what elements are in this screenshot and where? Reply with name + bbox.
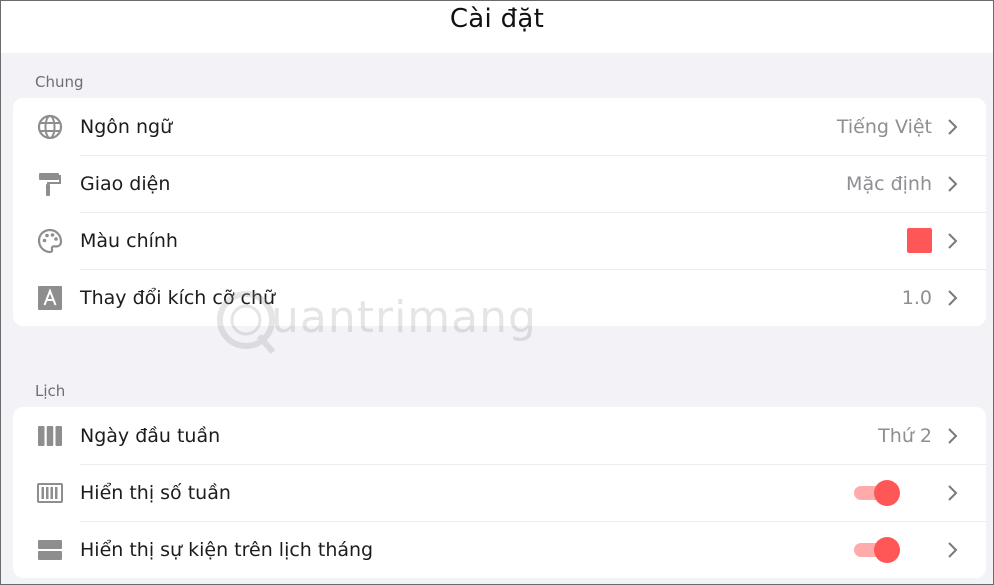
week-number-row[interactable]: Hiển thị số tuần (13, 464, 986, 521)
week-number-icon (37, 480, 63, 506)
language-row[interactable]: Ngôn ngữ Tiếng Việt (13, 98, 986, 155)
week-start-row[interactable]: Ngày đầu tuần Thứ 2 (13, 407, 986, 464)
primary-color-label: Màu chính (80, 229, 178, 252)
theme-value: Mặc định (846, 172, 932, 195)
month-events-label: Hiển thị sự kiện trên lịch tháng (80, 538, 374, 561)
chevron-right-icon (944, 175, 960, 193)
font-size-label: Thay đổi kích cỡ chữ (80, 286, 276, 309)
settings-window: Cài đặt Chung Ngôn ngữ Tiếng Việt Giao d… (0, 0, 994, 585)
week-number-label: Hiển thị số tuần (80, 481, 231, 504)
color-swatch[interactable] (907, 228, 932, 253)
section-label-calendar: Lịch (35, 382, 66, 400)
chevron-right-icon (944, 484, 960, 502)
columns-icon (37, 423, 63, 449)
section-label-general: Chung (35, 73, 84, 91)
toggle-thumb (874, 536, 900, 563)
theme-row[interactable]: Giao diện Mặc định (13, 155, 986, 212)
chevron-right-icon (944, 427, 960, 445)
month-events-toggle[interactable] (854, 536, 900, 564)
week-start-value: Thứ 2 (878, 424, 932, 447)
week-number-toggle[interactable] (854, 479, 900, 507)
globe-icon (37, 114, 63, 140)
calendar-settings-card: Ngày đầu tuần Thứ 2 Hiển thị số tuần Hiể… (13, 407, 986, 578)
language-label: Ngôn ngữ (80, 115, 173, 138)
page-title: Cài đặt (449, 4, 545, 34)
general-settings-card: Ngôn ngữ Tiếng Việt Giao diện Mặc định M… (13, 98, 986, 326)
palette-icon (37, 228, 63, 254)
language-value: Tiếng Việt (836, 115, 932, 138)
font-size-icon (37, 285, 63, 311)
chevron-right-icon (944, 541, 960, 559)
header-bar: Cài đặt (1, 1, 993, 53)
toggle-thumb (874, 479, 900, 506)
theme-label: Giao diện (80, 172, 171, 195)
primary-color-row[interactable]: Màu chính (13, 212, 986, 269)
font-size-row[interactable]: Thay đổi kích cỡ chữ 1.0 (13, 269, 986, 326)
chevron-right-icon (944, 118, 960, 136)
chevron-right-icon (944, 289, 960, 307)
font-size-value: 1.0 (901, 286, 932, 309)
paint-roller-icon (37, 171, 63, 197)
month-events-row[interactable]: Hiển thị sự kiện trên lịch tháng (13, 521, 986, 578)
rows-icon (37, 537, 63, 563)
chevron-right-icon (944, 232, 960, 250)
week-start-label: Ngày đầu tuần (80, 424, 221, 447)
